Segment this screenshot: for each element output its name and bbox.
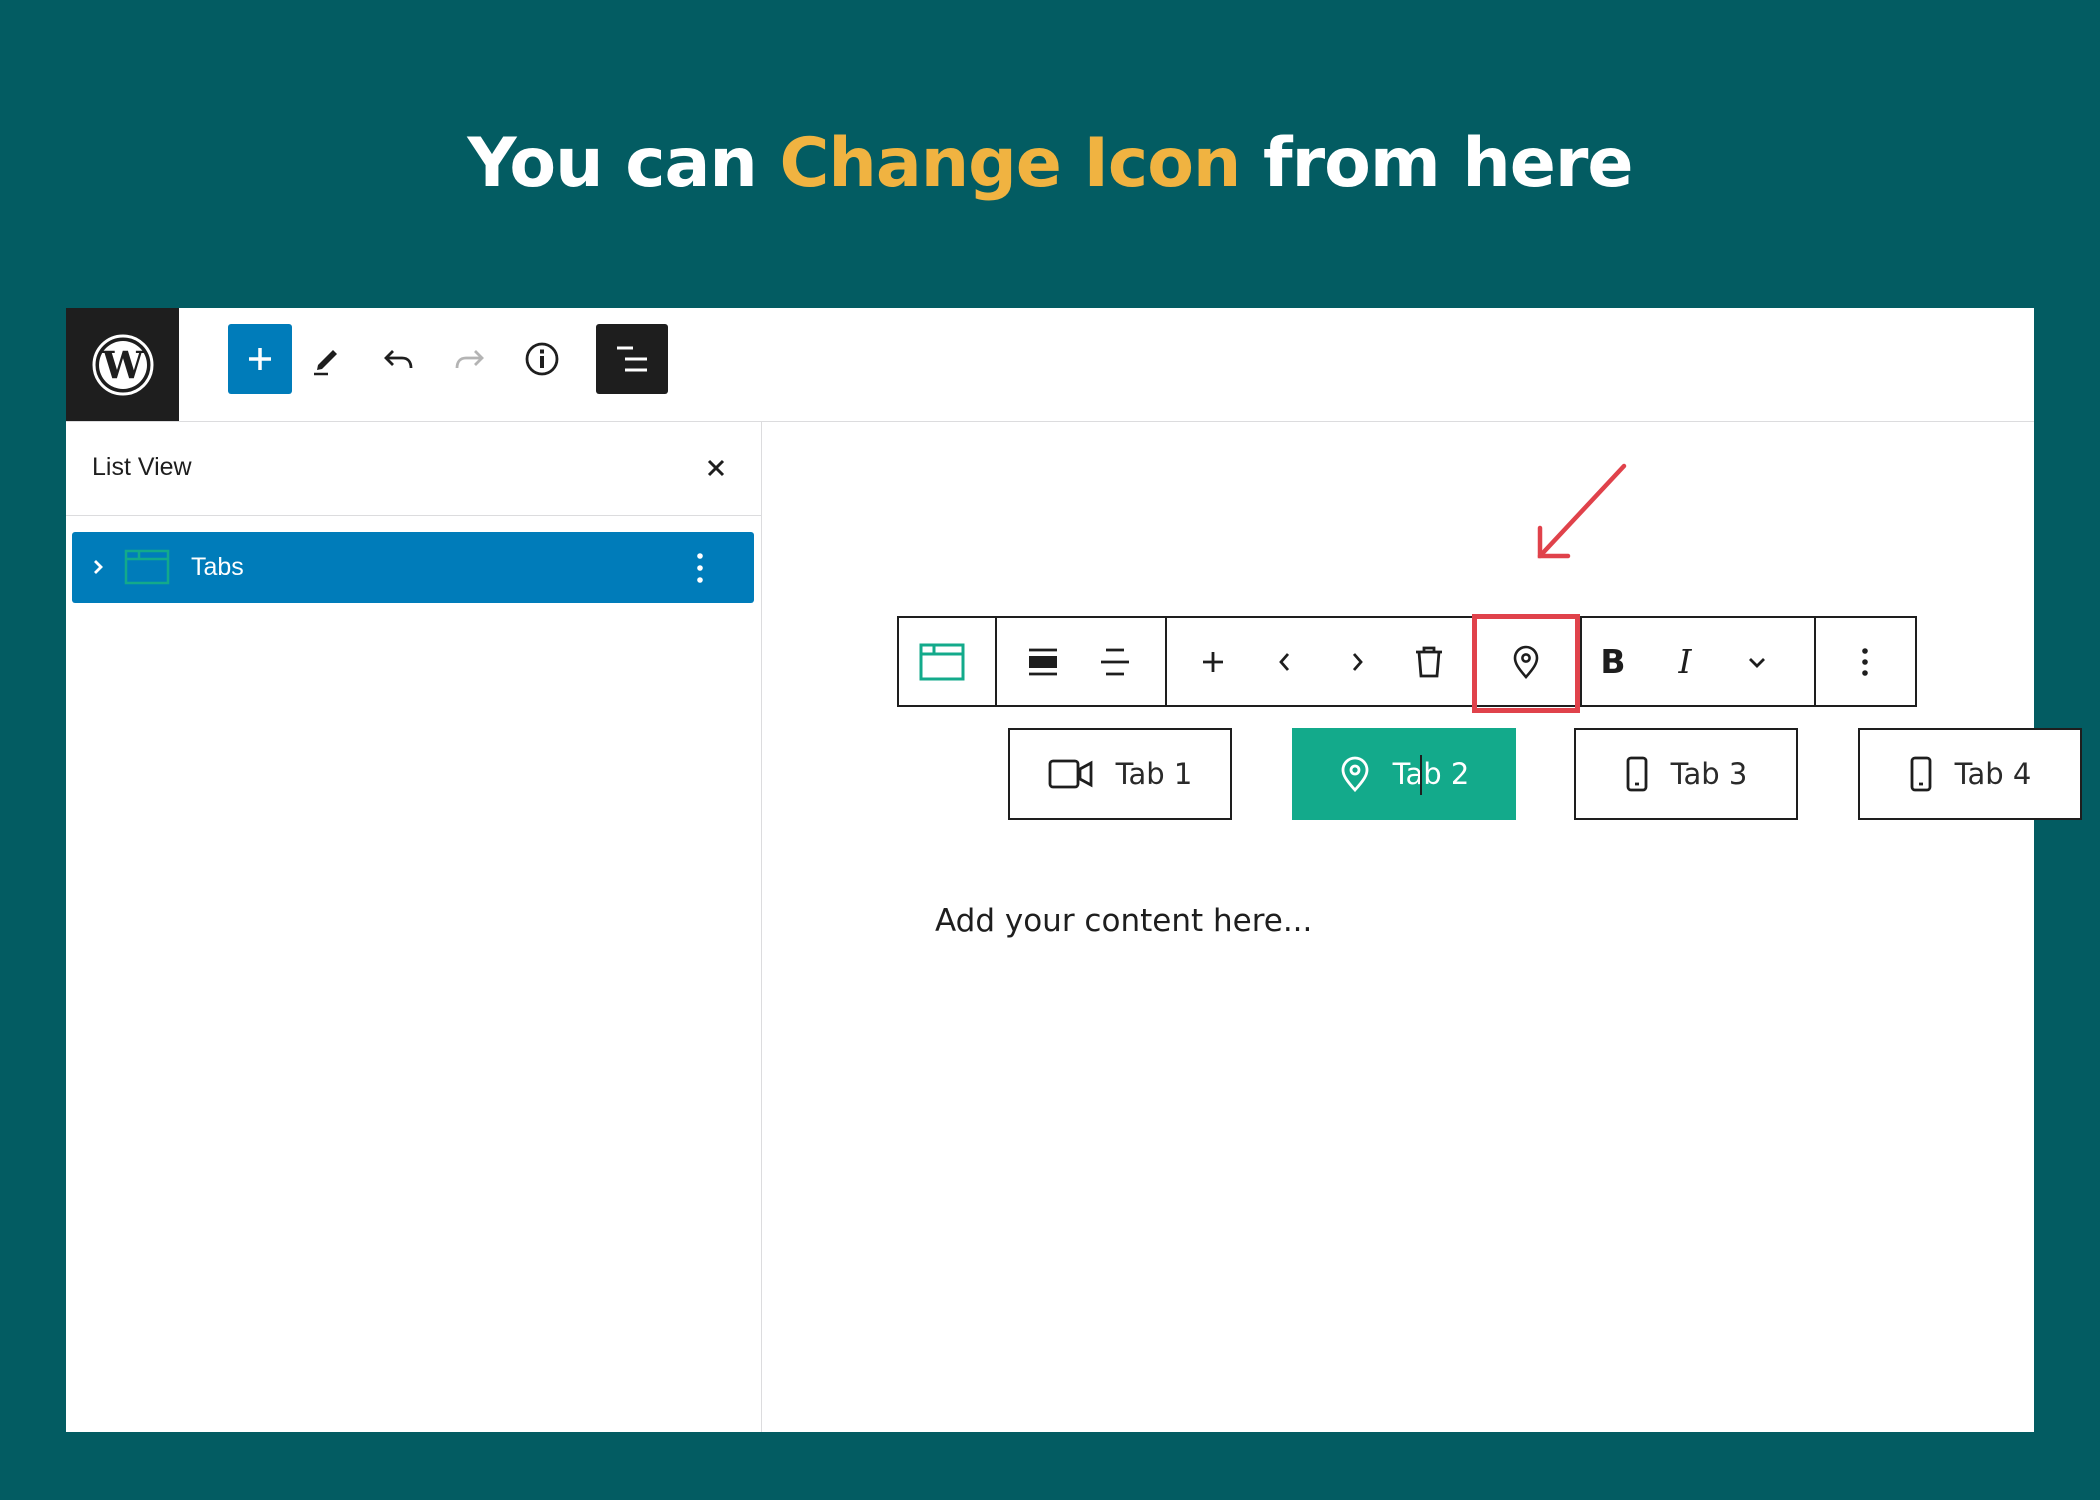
list-item-label: Tabs	[191, 553, 244, 581]
details-button[interactable]	[510, 324, 574, 394]
edit-icon	[314, 350, 337, 376]
tabs-block-icon	[124, 549, 170, 585]
toolbar-divider	[1814, 618, 1816, 705]
tabs-block-icon	[919, 643, 965, 680]
options-button[interactable]	[1834, 628, 1896, 695]
more-formatting-button[interactable]	[1726, 628, 1788, 695]
redo-button[interactable]	[438, 324, 502, 394]
list-view-header: List View	[66, 422, 761, 516]
more-options-icon	[1862, 647, 1868, 676]
annotation-arrow-icon	[1537, 463, 1627, 559]
headline-text-before: You can	[467, 124, 780, 203]
highlight-box	[1472, 614, 1580, 713]
add-tab-button[interactable]	[1182, 628, 1244, 695]
more-options-icon[interactable]	[692, 551, 708, 585]
move-right-button[interactable]	[1326, 628, 1388, 695]
wordpress-icon[interactable]: W	[66, 308, 179, 421]
close-icon	[707, 459, 725, 477]
headline: You can Change Icon from here	[0, 118, 2100, 210]
list-view-icon	[617, 346, 647, 372]
editor-canvas: B I Tab 1 Tab 2 Tab 3 Tab 4 Add your con…	[762, 422, 2082, 1432]
next-icon	[1352, 652, 1363, 671]
add-icon	[1203, 651, 1223, 672]
content-placeholder[interactable]: Add your content here...	[935, 903, 1312, 939]
block-editor-window: W List View Tabs B I Tab 1 Tab 2 Tab 3 T…	[66, 308, 2082, 1432]
block-type-button[interactable]	[911, 628, 973, 695]
toolbar-divider	[995, 618, 997, 705]
undo-icon	[384, 350, 413, 369]
editor-top-toolbar: W	[66, 308, 2034, 422]
edit-mode-button[interactable]	[294, 324, 358, 394]
chevron-down-icon	[1749, 657, 1765, 668]
delete-tab-button[interactable]	[1398, 628, 1460, 695]
tab-2[interactable]: Tab 2	[1292, 728, 1516, 820]
move-left-button[interactable]	[1254, 628, 1316, 695]
list-item-tabs[interactable]: Tabs	[72, 532, 754, 603]
bold-button[interactable]: B	[1582, 628, 1644, 695]
video-camera-icon	[1048, 759, 1093, 789]
redo-icon	[455, 350, 484, 369]
tab-label: Tab 2	[1393, 755, 1469, 795]
align-center-icon	[1101, 648, 1129, 675]
list-view-title: List View	[92, 453, 192, 481]
block-toolbar: B I	[897, 614, 1917, 713]
toolbar-divider	[1165, 618, 1167, 705]
plus-icon	[249, 348, 271, 370]
tab-3[interactable]: Tab 3	[1574, 728, 1798, 820]
italic-button[interactable]: I	[1654, 628, 1716, 695]
list-view-panel: List View Tabs	[66, 422, 762, 1432]
justify-button[interactable]	[1012, 628, 1074, 695]
align-button[interactable]	[1084, 628, 1146, 695]
location-pin-icon	[1341, 756, 1369, 793]
close-list-view-button[interactable]	[698, 450, 734, 486]
justify-icon	[1029, 648, 1057, 675]
undo-button[interactable]	[366, 324, 430, 394]
headline-text-after: from here	[1240, 124, 1634, 203]
previous-icon	[1279, 652, 1290, 671]
tab-4[interactable]: Tab 4	[1858, 728, 2082, 820]
add-block-button[interactable]	[228, 324, 292, 394]
trash-icon	[1416, 646, 1442, 677]
smartphone-icon	[1910, 756, 1932, 792]
svg-text:W: W	[101, 343, 144, 387]
info-icon	[525, 342, 559, 376]
smartphone-icon	[1626, 756, 1648, 792]
tab-label: Tab 3	[1670, 757, 1748, 791]
tab-label: Tab 1	[1115, 757, 1193, 791]
text-cursor	[1419, 755, 1422, 795]
tab-label: Tab 4	[1954, 757, 2032, 791]
headline-accent: Change Icon	[779, 124, 1242, 203]
list-view-toggle[interactable]	[596, 324, 668, 394]
tab-1[interactable]: Tab 1	[1008, 728, 1232, 820]
chevron-right-icon[interactable]	[90, 554, 108, 580]
